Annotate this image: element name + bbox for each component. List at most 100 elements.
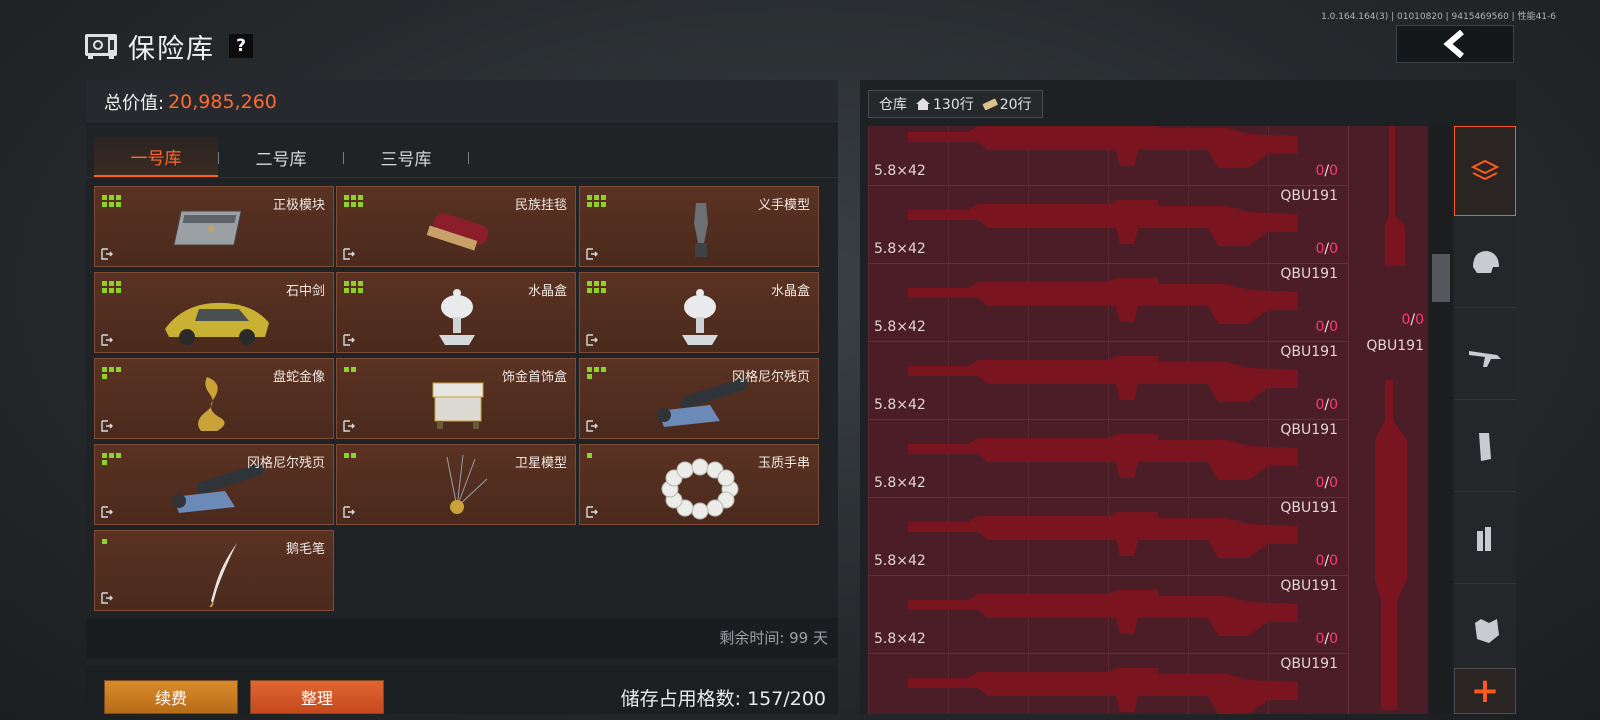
module-icon xyxy=(173,210,242,246)
item-size-indicator xyxy=(102,281,121,293)
help-button[interactable]: ? xyxy=(229,34,253,58)
withdraw-icon[interactable] xyxy=(343,506,355,518)
weapon-row[interactable]: QBU191 5.8×42 0/0 xyxy=(868,496,1348,576)
withdraw-icon[interactable] xyxy=(101,506,113,518)
vault-item-slot[interactable]: 民族挂毯 xyxy=(336,186,576,267)
weapon-caliber: 5.8×42 xyxy=(874,475,926,491)
weapon-caliber: 5.8×42 xyxy=(874,397,926,413)
rifle-icon xyxy=(908,126,1298,168)
withdraw-icon[interactable] xyxy=(586,334,598,346)
withdraw-icon[interactable] xyxy=(586,420,598,432)
scroll-thumb[interactable] xyxy=(1432,254,1450,302)
withdraw-icon[interactable] xyxy=(586,248,598,260)
withdraw-icon[interactable] xyxy=(343,420,355,432)
warehouse-weapon-area: 0/0 QBU191 5.8×42 0/0 QBU191 5.8×42 0/0 QBU19… xyxy=(868,126,1428,714)
item-size-indicator xyxy=(587,367,606,379)
side-weapon-model: QBU191 xyxy=(1366,338,1424,354)
rifle-icon xyxy=(908,590,1298,636)
item-size-indicator xyxy=(587,195,606,207)
weapon-row[interactable]: QBU191 5.8×42 0/0 xyxy=(868,574,1348,654)
all-items-icon xyxy=(1470,159,1500,181)
vault-item-slot[interactable]: 玉质手串 xyxy=(579,444,819,525)
vault-item-slot[interactable]: 饰金首饰盒 xyxy=(336,358,576,439)
warehouse-panel: 仓库 130行 20行 0/0 QBU191 5.8×42 0/0 QBU191 5.… xyxy=(860,80,1516,714)
withdraw-icon[interactable] xyxy=(343,248,355,260)
vault-tab[interactable]: 三号库 xyxy=(344,137,468,177)
satellite-icon xyxy=(446,454,488,514)
vault-item-slot[interactable]: 石中剑 xyxy=(94,272,334,353)
vault-item-slot[interactable]: 水晶盒 xyxy=(336,272,576,353)
vault-item-slot[interactable]: 义手模型 xyxy=(579,186,819,267)
category-armor[interactable] xyxy=(1454,586,1516,676)
total-value-row: 总价值: 20,985,260 xyxy=(86,80,838,124)
category-rifle[interactable] xyxy=(1454,310,1516,400)
weapon-ammo: 0/0 xyxy=(1315,631,1338,647)
category-helmet[interactable] xyxy=(1454,218,1516,308)
vault-tabs: 一号库 二号库 三号库 xyxy=(86,124,838,178)
category-all-items[interactable] xyxy=(1454,126,1516,216)
item-size-indicator xyxy=(344,195,363,207)
vault-item-slot[interactable]: 冈格尼尔残页 xyxy=(94,444,334,525)
withdraw-icon[interactable] xyxy=(586,506,598,518)
withdraw-icon[interactable] xyxy=(101,334,113,346)
vault-tab[interactable]: 二号库 xyxy=(219,137,343,177)
weapon-caliber: 5.8×42 xyxy=(874,163,926,179)
rifle-icon xyxy=(908,668,1298,714)
item-name: 饰金首饰盒 xyxy=(501,370,567,385)
weapon-ammo: 0/0 xyxy=(1315,553,1338,569)
vault-item-slot[interactable]: 水晶盒 xyxy=(579,272,819,353)
back-button[interactable] xyxy=(1396,25,1514,63)
weapon-row[interactable]: QBU191 xyxy=(868,652,1348,714)
weapon-row[interactable]: QBU191 5.8×42 0/0 xyxy=(868,340,1348,420)
withdraw-icon[interactable] xyxy=(101,420,113,432)
item-name: 玉质手串 xyxy=(757,456,810,471)
warehouse-label: 仓库 xyxy=(879,97,907,113)
item-name: 冈格尼尔残页 xyxy=(731,370,810,385)
storage-usage: 储存占用格数: 157/200 xyxy=(620,688,826,710)
item-name: 鹅毛笔 xyxy=(285,542,325,557)
weapon-model: QBU191 xyxy=(1280,188,1338,204)
rifle-icon xyxy=(908,434,1298,480)
weapon-caliber: 5.8×42 xyxy=(874,319,926,335)
vault-item-slot[interactable]: 冈格尼尔残页 xyxy=(579,358,819,439)
vault-item-slot[interactable]: 鹅毛笔 xyxy=(94,530,334,611)
warehouse-header[interactable]: 仓库 130行 20行 xyxy=(868,90,1043,118)
total-value-label: 总价值: xyxy=(104,92,165,114)
tapestry-icon xyxy=(426,213,489,251)
quill-icon xyxy=(209,543,237,607)
item-size-indicator xyxy=(102,195,121,207)
withdraw-icon[interactable] xyxy=(343,334,355,346)
weapon-row[interactable]: QBU191 5.8×42 0/0 xyxy=(868,418,1348,498)
jewelry-box-icon xyxy=(432,382,484,429)
weapon-ammo: 0/0 xyxy=(1315,163,1338,179)
side-weapon-slot[interactable]: 0/0 QBU191 xyxy=(1348,126,1428,714)
helmet-icon xyxy=(1473,250,1499,273)
vault-item-slot[interactable]: 盘蛇金像 xyxy=(94,358,334,439)
category-column xyxy=(1454,126,1516,714)
weapon-ammo: 0/0 xyxy=(1315,475,1338,491)
vertical-rifle-icon xyxy=(1385,126,1405,266)
vault-item-slot[interactable]: 正极模块 xyxy=(94,186,334,267)
warehouse-scrollbar[interactable] xyxy=(1430,126,1452,714)
renew-button[interactable]: 续费 xyxy=(104,680,238,714)
page-title: 保险库 xyxy=(128,33,215,65)
item-name: 盘蛇金像 xyxy=(272,370,325,385)
weapon-row[interactable]: QBU191 5.8×42 0/0 xyxy=(868,262,1348,342)
category-magazine[interactable] xyxy=(1454,402,1516,492)
vault-tab[interactable]: 一号库 xyxy=(94,137,218,177)
golden-snake-icon xyxy=(198,377,225,431)
item-name: 义手模型 xyxy=(757,198,810,213)
withdraw-icon[interactable] xyxy=(101,592,113,604)
add-button[interactable]: + xyxy=(1454,668,1516,714)
rifle-icon xyxy=(908,200,1298,246)
weapon-row[interactable]: 5.8×42 0/0 xyxy=(868,126,1348,186)
weapon-row[interactable]: QBU191 5.8×42 0/0 xyxy=(868,184,1348,264)
category-ammo[interactable] xyxy=(1454,494,1516,584)
rifle-icon xyxy=(1469,350,1501,367)
withdraw-icon[interactable] xyxy=(101,248,113,260)
sort-button[interactable]: 整理 xyxy=(250,680,384,714)
vault-item-slot[interactable]: 卫星模型 xyxy=(336,444,576,525)
magazine-icon xyxy=(1479,432,1491,461)
weapon-ammo: 0/0 xyxy=(1315,397,1338,413)
warehouse-rows-a: 130行 xyxy=(933,97,974,113)
